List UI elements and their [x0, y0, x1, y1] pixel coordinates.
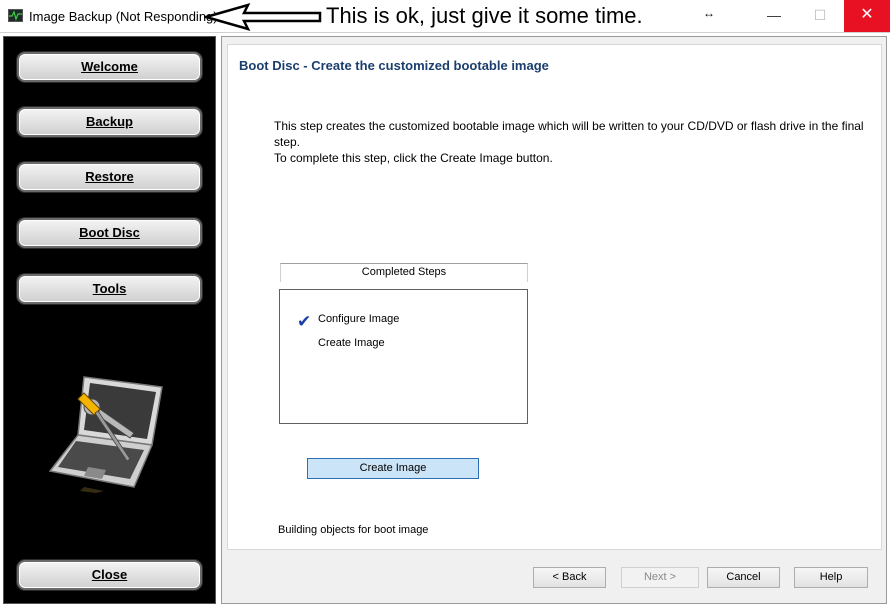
- sidebar-item-welcome[interactable]: Welcome: [17, 52, 202, 82]
- description-line: This step creates the customized bootabl…: [274, 119, 864, 149]
- sidebar-item-boot-disc[interactable]: Boot Disc: [17, 218, 202, 248]
- content-area: Boot Disc - Create the customized bootab…: [227, 44, 882, 550]
- completed-steps-header: Completed Steps: [280, 263, 528, 282]
- close-window-button[interactable]: ✕: [844, 0, 890, 32]
- next-button[interactable]: Next >: [621, 567, 699, 588]
- page-title: Boot Disc - Create the customized bootab…: [239, 58, 549, 73]
- step-create-image: Create Image: [318, 337, 385, 349]
- checkmark-icon: ✔: [297, 312, 312, 331]
- left-arrow-icon: [204, 3, 322, 31]
- sidebar-item-backup[interactable]: Backup: [17, 107, 202, 137]
- help-button[interactable]: Help: [794, 567, 868, 588]
- close-button[interactable]: Close: [17, 560, 202, 590]
- sidebar-item-tools[interactable]: Tools: [17, 274, 202, 304]
- cancel-button[interactable]: Cancel: [707, 567, 780, 588]
- back-button[interactable]: < Back: [533, 567, 606, 588]
- window-title: Image Backup (Not Responding): [29, 9, 218, 24]
- step-configure-image: Configure Image: [318, 313, 400, 325]
- main-panel: Boot Disc - Create the customized bootab…: [221, 36, 887, 604]
- sidebar-item-restore[interactable]: Restore: [17, 162, 202, 192]
- annotation-text: This is ok, just give it some time.: [326, 3, 643, 28]
- create-image-button[interactable]: Create Image: [307, 458, 479, 479]
- minimize-button[interactable]: —: [751, 0, 797, 32]
- app-icon: [8, 9, 23, 22]
- resize-icon: ↔: [703, 6, 715, 20]
- description-line: To complete this step, click the Create …: [274, 151, 553, 165]
- completed-steps-list: ✔ Configure Image Create Image: [279, 289, 528, 424]
- maximize-button[interactable]: ☐: [797, 0, 843, 32]
- laptop-tools-icon: [48, 376, 163, 493]
- step-description: This step creates the customized bootabl…: [274, 118, 874, 166]
- status-text: Building objects for boot image: [278, 524, 429, 536]
- title-bar[interactable]: Image Backup (Not Responding) This is ok…: [0, 0, 890, 33]
- sidebar: Welcome Backup Restore Boot Disc Tools C…: [3, 36, 216, 604]
